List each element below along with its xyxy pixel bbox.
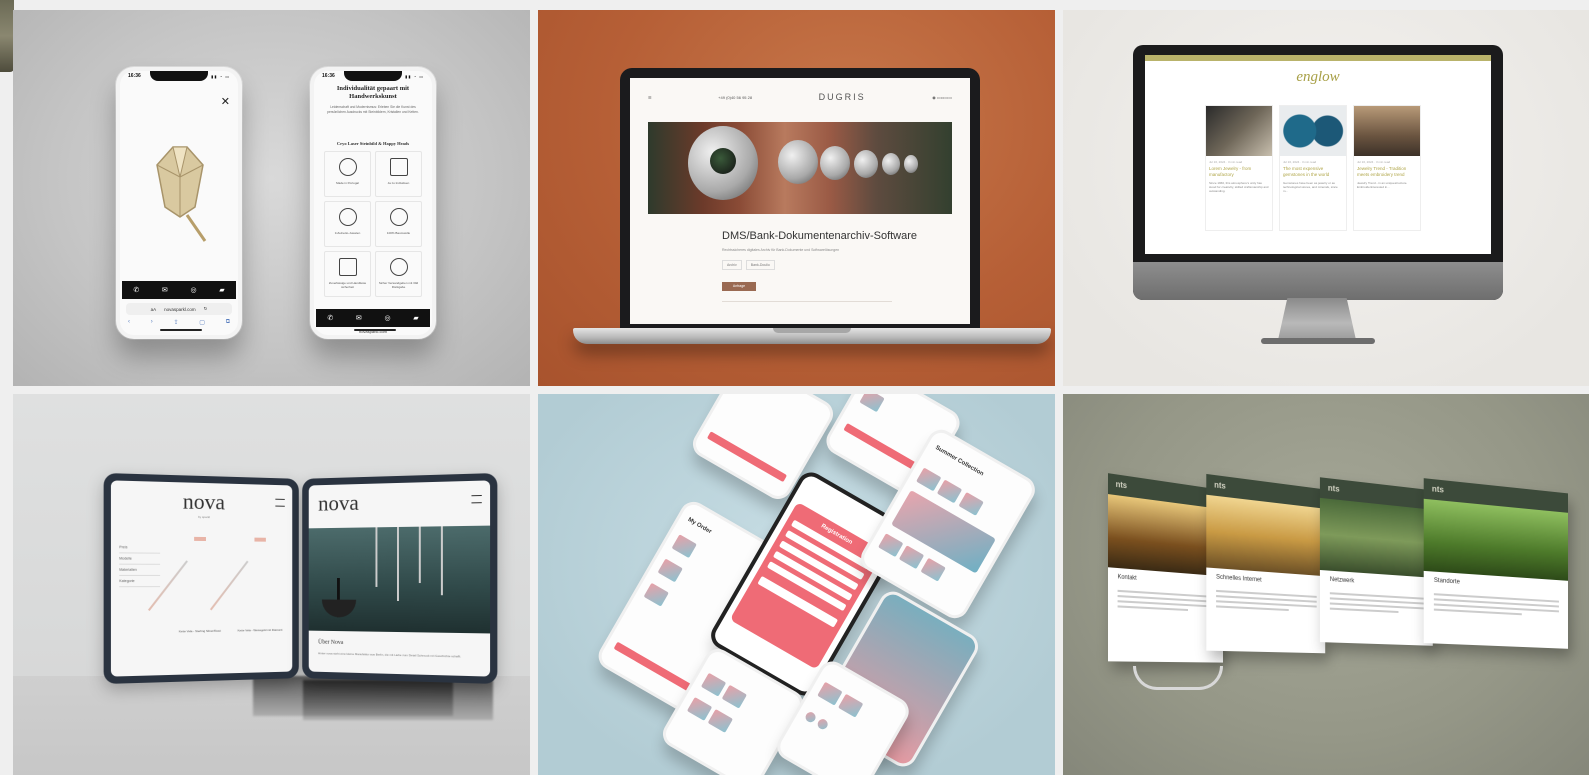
portfolio-tile-phones-jewelry[interactable]: 16:36 ▮▮ ◔ ▭ ✕ ✆ ✉ ◎ ▰ aA novasparkl.com ↻ <box>13 10 530 386</box>
screen-title: Summer Collection <box>934 445 984 478</box>
tablet-mockup-story: nova Über Nova Hinter nova steht eine kl… <box>302 473 497 684</box>
user-icon: ◉ ▭▭▭▭ <box>932 95 952 100</box>
chat-icon: ▰ <box>219 286 224 294</box>
mail-icon: ✉ <box>162 286 168 294</box>
previous-thumbnail-edge[interactable] <box>0 0 14 72</box>
feature-item: 3-Zelnetto-Juwelen <box>324 201 371 247</box>
blog-card: Jul 16, 2024 · 3 min read Lorem Jewelry … <box>1205 105 1273 231</box>
feature-heading: Individualität gepaart mit Handwerkskuns… <box>320 85 426 101</box>
menu-icon <box>275 499 284 507</box>
imac-screen: englow Jul 16, 2024 · 3 min read Lorem J… <box>1145 55 1491 254</box>
feature-item: Sicher Versandgeben mit 30d Rückgabe <box>375 251 422 297</box>
phone-icon: ✆ <box>133 286 139 294</box>
blog-card: Jul 16, 2024 · 3 min read Jewelry Trend … <box>1353 105 1421 231</box>
close-icon: ✕ <box>221 95 230 108</box>
browser-toolbar: ‹ › ⇪ ▢ ⧉ <box>128 319 230 326</box>
portfolio-tile-monitors-nts[interactable]: nts Kontakt nts Schnelles Internet nts N… <box>1063 394 1589 775</box>
hero-image <box>648 122 952 214</box>
page-subtitle: Rechtssicheres digitales Archiv für Bank… <box>722 248 839 252</box>
blog-card: Jul 16, 2024 · 3 min read The most expen… <box>1279 105 1347 231</box>
blog-cards: Jul 16, 2024 · 3 min read Lorem Jewelry … <box>1205 105 1421 231</box>
portfolio-tile-tablets-nova[interactable]: nova by sparkl Preis Modelle Materialien… <box>13 394 530 775</box>
filter-list: Preis Modelle Materialien Kategorie <box>119 542 160 587</box>
cotton-icon <box>390 208 408 226</box>
palette-icon <box>390 158 408 176</box>
site-nav: ☰ +49 (0)40 56 95 28 DUGRIS ◉ ▭▭▭▭ <box>648 92 952 102</box>
feature-item: Made in Portugal <box>324 151 371 197</box>
status-time: 16:36 <box>128 73 141 79</box>
globe-icon <box>339 158 357 176</box>
tablet-mockup-shop: nova by sparkl Preis Modelle Materialien… <box>104 473 299 684</box>
imac-mockup: englow Jul 16, 2024 · 3 min read Lorem J… <box>1133 45 1503 300</box>
gem-icon <box>339 208 357 226</box>
tag: Archiv <box>722 260 742 270</box>
monitor-screen: nts Schnelles Internet <box>1206 474 1325 653</box>
portfolio-tile-imac-englow[interactable]: englow Jul 16, 2024 · 3 min read Lorem J… <box>1063 10 1589 386</box>
tablet-screen: nova by sparkl Preis Modelle Materialien… <box>111 480 292 676</box>
feature-paragraph: Leidenschaft und Modernismus: Erleben Si… <box>324 105 422 115</box>
whatsapp-icon: ◎ <box>384 314 390 322</box>
feature-item: 100% Baumwolle <box>375 201 422 247</box>
cta-button: Anfrage <box>722 282 756 291</box>
signal-icon: ▮▮ ◔ ▭ <box>211 74 230 79</box>
tag-list: Archiv Bank-Doulio <box>722 260 775 270</box>
chat-icon: ▰ <box>413 314 418 322</box>
feature-item: Ja zu Individuen <box>375 151 422 197</box>
laptop-mockup: ☰ +49 (0)40 56 95 28 DUGRIS ◉ ▭▭▭▭ DMS/B… <box>620 68 980 330</box>
monitor-screen: nts Netzwerk <box>1320 477 1433 646</box>
monitor-screen: nts Standorte <box>1424 478 1568 649</box>
contact-bar: ✆ ✉ ◎ ▰ <box>316 309 430 327</box>
signal-icon: ▮▮ ◔ ▭ <box>405 74 424 79</box>
story-text: Hinter nova steht eine kleine Manufaktur… <box>318 651 480 659</box>
site-phone: +49 (0)40 56 95 28 <box>718 95 752 100</box>
site-logo: DUGRIS <box>819 92 866 102</box>
phone-mockup-features: 16:36 ▮▮ ◔ ▭ Individualität gepaart mit … <box>310 67 436 339</box>
site-logo: nova <box>318 487 490 517</box>
phone-mockup-product: 16:36 ▮▮ ◔ ▭ ✕ ✆ ✉ ◎ ▰ aA novasparkl.com ↻ <box>116 67 242 339</box>
url-text: novasparkl.com <box>164 307 196 312</box>
tag: Bank-Doulio <box>746 260 775 270</box>
product-card: Kette Vela - Sterling Silver/Rosé <box>172 537 227 638</box>
link-icon <box>390 258 408 276</box>
product-card: Kette Vela - Weissgold mit Diamant <box>233 537 286 636</box>
story-heading: Über Nova <box>318 640 343 646</box>
site-logo: nova <box>111 487 292 517</box>
mail-icon: ✉ <box>356 314 362 322</box>
laptop-base <box>573 328 1051 344</box>
menu-icon <box>471 495 481 503</box>
portfolio-tile-phones-shoes[interactable]: My Order Registration Summer Collection <box>538 394 1055 775</box>
portfolio-grid: 16:36 ▮▮ ◔ ▭ ✕ ✆ ✉ ◎ ▰ aA novasparkl.com ↻ <box>13 10 1589 775</box>
feature-item: Zuverlässige und Handfeste sicherheit <box>324 251 371 297</box>
menu-icon: ☰ <box>648 95 652 100</box>
status-time: 16:36 <box>322 73 335 79</box>
screen-title: My Order <box>687 517 713 535</box>
portfolio-tile-laptop-dms[interactable]: ☰ +49 (0)40 56 95 28 DUGRIS ◉ ▭▭▭▭ DMS/B… <box>538 10 1055 386</box>
browser-url-bar: aA novasparkl.com ↻ <box>126 303 232 315</box>
story-image <box>309 526 490 634</box>
site-logo: englow <box>1145 69 1491 86</box>
feature-grid: Made in Portugal Ja zu Individuen 3-Zeln… <box>324 151 422 297</box>
whatsapp-icon: ◎ <box>190 286 196 294</box>
laptop-screen: ☰ +49 (0)40 56 95 28 DUGRIS ◉ ▭▭▭▭ DMS/B… <box>630 78 970 324</box>
page-title: DMS/Bank-Dokumentenarchiv-Software <box>722 230 917 242</box>
phone-icon: ✆ <box>327 314 333 322</box>
contact-bar: ✆ ✉ ◎ ▰ <box>122 281 236 299</box>
pendant-image <box>145 137 215 247</box>
shield-icon <box>339 258 357 276</box>
feature-subheading: Cryo Laser Steinbild & Happy Heads <box>318 141 428 146</box>
tablet-screen: nova Über Nova Hinter nova steht eine kl… <box>309 480 490 676</box>
monitor-stand <box>1133 666 1223 690</box>
